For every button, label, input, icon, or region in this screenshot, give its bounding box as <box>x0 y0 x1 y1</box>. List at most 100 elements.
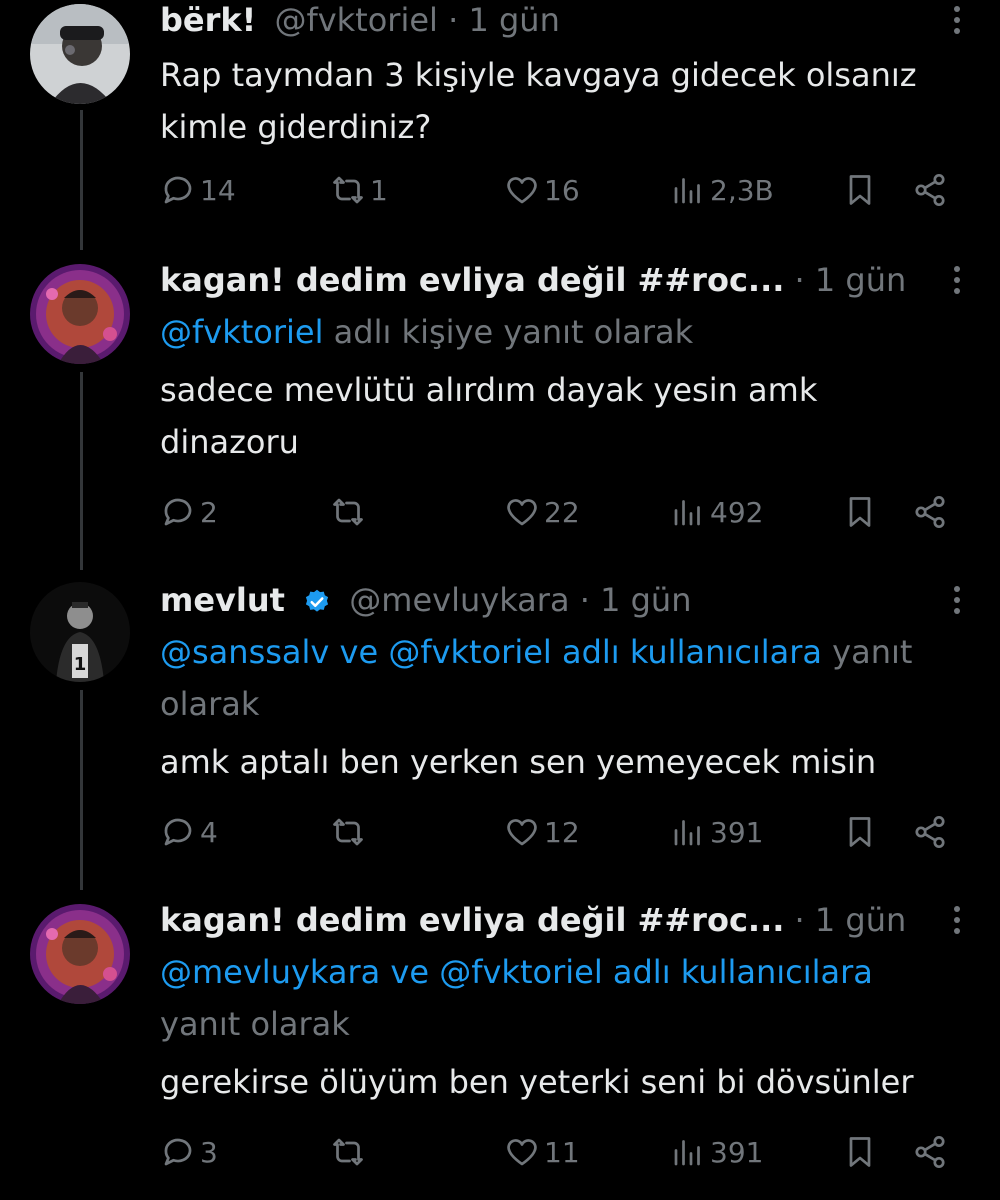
reply-icon <box>164 818 192 846</box>
tweet-text: Rap taymdan 3 kişiyle kavgaya gidecek ol… <box>160 49 960 153</box>
tweet-actions: 14 1 16 2,3B <box>160 168 960 212</box>
views-icon <box>674 1140 700 1166</box>
bookmark-icon <box>849 1137 871 1167</box>
thread-line <box>80 110 83 250</box>
retweet-button[interactable] <box>330 810 370 854</box>
share-button[interactable] <box>912 1130 948 1174</box>
tweet-text-line: amk aptalı ben yerken sen yemeyecek misi… <box>160 743 877 781</box>
timestamp[interactable]: 1 gün <box>815 261 906 299</box>
reply-context: @fvktoriel adlı kişiye yanıt olarak <box>160 306 960 358</box>
avatar[interactable] <box>30 264 130 364</box>
retweet-icon <box>333 818 363 846</box>
views-icon <box>674 500 700 526</box>
heart-icon <box>507 819 537 846</box>
like-button[interactable]: 22 <box>504 490 580 534</box>
retweet-button[interactable]: 1 <box>330 168 388 212</box>
timestamp[interactable]: 1 gün <box>600 581 691 619</box>
user-handle[interactable]: @fvktoriel <box>274 1 437 39</box>
views-button[interactable]: 391 <box>670 810 763 854</box>
tweet-header: kagan! dedim evliya değil ##roc... · 1 g… <box>160 260 960 300</box>
display-name[interactable]: mevlut <box>160 581 285 619</box>
bookmark-icon <box>849 175 871 205</box>
retweet-button[interactable] <box>330 490 370 534</box>
bookmark-button[interactable] <box>842 1130 878 1174</box>
separator-dot: · <box>448 1 469 39</box>
tweet-header: bërk! @fvktoriel · 1 gün <box>160 0 960 40</box>
user-handle[interactable]: @mevluykara <box>349 581 569 619</box>
separator-dot: · <box>579 581 601 619</box>
reply-context-text: olarak <box>160 685 260 723</box>
reply-button[interactable]: 4 <box>160 810 218 854</box>
timestamp[interactable]: 1 gün <box>468 1 559 39</box>
display-name[interactable]: bërk! <box>160 1 256 39</box>
reply-mention[interactable]: @fvktoriel <box>160 313 323 351</box>
heart-icon <box>507 499 537 526</box>
avatar[interactable]: 1 <box>30 582 130 682</box>
bookmark-icon <box>849 497 871 527</box>
tweet-text: gerekirse ölüyüm ben yeterki seni bi döv… <box>160 1056 960 1108</box>
reply-button[interactable]: 3 <box>160 1130 218 1174</box>
view-count: 391 <box>710 1135 764 1169</box>
view-count: 391 <box>710 815 764 849</box>
timestamp[interactable]: 1 gün <box>815 901 906 939</box>
tweet-text-line: gerekirse ölüyüm ben yeterki seni bi döv… <box>160 1063 914 1101</box>
views-button[interactable]: 391 <box>670 1130 763 1174</box>
heart-icon <box>507 1139 537 1166</box>
reply-mention[interactable]: @mevluykara ve @fvktoriel adlı kullanıcı… <box>160 953 873 991</box>
more-vertical-icon[interactable] <box>952 586 962 619</box>
tweet-header: kagan! dedim evliya değil ##roc... · 1 g… <box>160 900 960 940</box>
like-button[interactable]: 16 <box>504 168 580 212</box>
avatar[interactable] <box>30 904 130 1004</box>
reply-button[interactable]: 14 <box>160 168 236 212</box>
like-button[interactable]: 11 <box>504 1130 580 1174</box>
reply-count: 4 <box>200 815 218 849</box>
display-name[interactable]: kagan! dedim evliya değil ##roc... <box>160 901 784 939</box>
like-count: 12 <box>544 815 580 849</box>
reply-context-text: yanıt olarak <box>160 1005 350 1043</box>
more-vertical-icon[interactable] <box>952 6 962 39</box>
verified-badge-icon <box>303 585 331 625</box>
tweet-actions: 3 11 391 <box>160 1130 960 1174</box>
reply-count: 2 <box>200 495 218 529</box>
tweet-actions: 4 12 391 <box>160 810 960 854</box>
share-icon <box>915 495 945 529</box>
reply-context: @sanssalv ve @fvktoriel adlı kullanıcıla… <box>160 626 960 730</box>
reply-icon <box>164 176 192 204</box>
more-vertical-icon[interactable] <box>952 266 962 299</box>
tweet-actions: 2 22 492 <box>160 490 960 534</box>
like-count: 16 <box>544 173 580 207</box>
retweet-icon <box>333 176 363 204</box>
share-button[interactable] <box>912 168 948 212</box>
tweet-text-line: sadece mevlütü alırdım dayak yesin amk <box>160 371 818 409</box>
display-name[interactable]: kagan! dedim evliya değil ##roc... <box>160 261 784 299</box>
share-button[interactable] <box>912 810 948 854</box>
like-button[interactable]: 12 <box>504 810 580 854</box>
reply-mention[interactable]: @sanssalv ve @fvktoriel adlı kullanıcıla… <box>160 633 822 671</box>
share-button[interactable] <box>912 490 948 534</box>
tweet-text-line: dinazoru <box>160 423 299 461</box>
views-icon <box>674 820 700 846</box>
view-count: 492 <box>710 495 764 529</box>
reply-button[interactable]: 2 <box>160 490 218 534</box>
tweet-text: sadece mevlütü alırdım dayak yesin amk d… <box>160 364 960 468</box>
tweet-text-line: Rap taymdan 3 kişiyle kavgaya gidecek ol… <box>160 56 917 94</box>
tweet-text: amk aptalı ben yerken sen yemeyecek misi… <box>160 736 960 788</box>
bookmark-button[interactable] <box>842 810 878 854</box>
bookmark-button[interactable] <box>842 490 878 534</box>
thread-line <box>80 372 83 570</box>
reply-count: 3 <box>200 1135 218 1169</box>
share-icon <box>915 815 945 849</box>
like-count: 11 <box>544 1135 580 1169</box>
avatar[interactable] <box>30 4 130 104</box>
svg-text:1: 1 <box>74 654 87 675</box>
tweet-header: mevlut @mevluykara · 1 gün <box>160 580 960 620</box>
retweet-icon <box>333 498 363 526</box>
views-button[interactable]: 492 <box>670 490 763 534</box>
views-button[interactable]: 2,3B <box>670 168 774 212</box>
retweet-button[interactable] <box>330 1130 370 1174</box>
bookmark-icon <box>849 817 871 847</box>
bookmark-button[interactable] <box>842 168 878 212</box>
retweet-icon <box>333 1138 363 1166</box>
more-vertical-icon[interactable] <box>952 906 962 939</box>
thread-line <box>80 690 83 890</box>
